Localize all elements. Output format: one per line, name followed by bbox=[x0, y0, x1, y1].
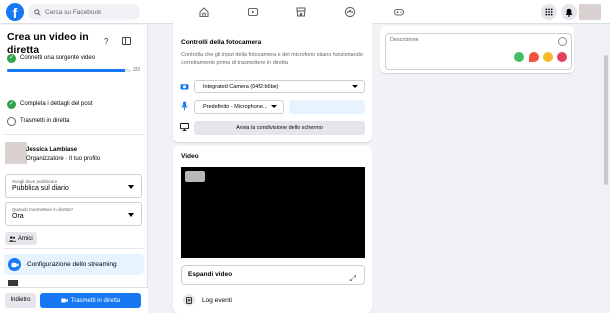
friends-icon bbox=[9, 235, 16, 242]
streaming-config-item[interactable]: Configurazione dello streaming bbox=[4, 254, 144, 275]
video-thumbnail bbox=[185, 171, 205, 182]
scroll-thumb[interactable] bbox=[604, 55, 608, 185]
live-camera-icon bbox=[61, 298, 68, 303]
camera-controls-description: Controlla che gli input della fotocamera… bbox=[181, 52, 363, 66]
feeling-icon[interactable] bbox=[543, 52, 553, 62]
step-label: Trasmetti in diretta bbox=[20, 118, 70, 124]
chevron-down-icon bbox=[271, 105, 277, 108]
location-icon[interactable] bbox=[529, 52, 539, 62]
divider bbox=[4, 248, 144, 249]
avatar[interactable] bbox=[579, 4, 601, 20]
camera-controls-title: Controlli della fotocamera bbox=[181, 39, 262, 46]
check-icon: ✓ bbox=[7, 99, 16, 109]
broadcast-time-select[interactable]: Quando trasmettere in diretta? Ora bbox=[5, 202, 142, 226]
facebook-logo[interactable]: f bbox=[6, 3, 24, 21]
camera-select[interactable]: Integrated Camera (04f2:b6be) bbox=[194, 80, 365, 93]
description-label: Descrizione bbox=[390, 37, 419, 43]
notifications-icon bbox=[565, 8, 573, 17]
menu-grid-button[interactable] bbox=[541, 4, 557, 20]
event-log-item[interactable]: Log eventi bbox=[183, 294, 232, 306]
partial-menu-icon bbox=[8, 280, 18, 286]
divider bbox=[4, 134, 144, 135]
chevron-down-icon bbox=[352, 85, 358, 88]
expand-arrow-icon: ⤢ bbox=[349, 274, 356, 283]
left-sidebar: Crea un video in diretta ? 2/3 ✓ Connett… bbox=[0, 25, 148, 313]
tag-people-icon[interactable] bbox=[514, 52, 524, 62]
menu-grid-icon bbox=[545, 8, 553, 16]
step-label: Connetti una sorgente video bbox=[20, 55, 96, 61]
radio-circle-icon bbox=[7, 116, 16, 126]
search-box[interactable] bbox=[28, 4, 140, 20]
back-button[interactable]: Indietro bbox=[5, 293, 36, 308]
mic-level-meter bbox=[289, 100, 365, 114]
donate-icon[interactable] bbox=[557, 52, 567, 62]
go-live-label: Trasmetti in diretta bbox=[70, 297, 121, 304]
step-connect-source[interactable]: ✓ Connetti una sorgente video bbox=[7, 53, 95, 63]
expand-video-label: Espandi video bbox=[188, 271, 233, 278]
video-title: Video bbox=[181, 153, 199, 160]
collapse-panel-icon[interactable] bbox=[122, 37, 131, 45]
help-icon[interactable]: ? bbox=[104, 37, 108, 46]
step-label: Completa i dettagli del post bbox=[20, 101, 93, 107]
scrollbar[interactable] bbox=[602, 25, 610, 313]
step-go-live[interactable]: Trasmetti in diretta bbox=[7, 116, 69, 126]
audience-label: Amici bbox=[18, 235, 33, 242]
emoji-icon[interactable] bbox=[558, 37, 567, 46]
camera-icon bbox=[180, 84, 189, 90]
audience-button[interactable]: Amici bbox=[5, 232, 37, 245]
go-live-button[interactable]: Trasmetti in diretta bbox=[40, 293, 141, 308]
broadcast-time-value: Ora bbox=[12, 213, 24, 220]
broadcast-time-label: Quando trasmettere in diretta? bbox=[12, 207, 74, 212]
profile-name: Jessica Lambiase bbox=[26, 147, 78, 153]
notifications-button[interactable] bbox=[561, 4, 577, 20]
gaming-icon[interactable] bbox=[393, 6, 405, 18]
progress-bar bbox=[7, 69, 131, 72]
microphone-select-value: Predefinito - Microphone... bbox=[203, 104, 268, 110]
expand-video-button[interactable]: Espandi video ⤢ bbox=[181, 265, 365, 285]
watch-icon[interactable] bbox=[247, 6, 259, 18]
sidebar-footer: Indietro Trasmetti in diretta bbox=[0, 287, 148, 313]
chevron-down-icon bbox=[128, 213, 134, 217]
groups-icon[interactable] bbox=[344, 6, 356, 18]
check-icon: ✓ bbox=[7, 53, 16, 63]
share-screen-button[interactable]: Avvia la condivisione dello schermo bbox=[194, 121, 365, 135]
publish-location-label: Scegli dove pubblicare bbox=[12, 179, 58, 184]
profile-avatar bbox=[5, 142, 27, 164]
search-input[interactable] bbox=[45, 8, 135, 16]
profile-role: Organizzatore · Il tuo profilo bbox=[26, 156, 101, 162]
video-camera-icon bbox=[8, 258, 21, 271]
microphone-icon bbox=[181, 101, 188, 111]
marketplace-icon[interactable] bbox=[295, 6, 307, 18]
camera-select-value: Integrated Camera (04f2:b6be) bbox=[203, 83, 279, 90]
progress-fill bbox=[7, 69, 125, 72]
event-log-label: Log eventi bbox=[202, 296, 232, 304]
microphone-select[interactable]: Predefinito - Microphone... bbox=[194, 100, 284, 114]
screen-share-icon bbox=[180, 123, 189, 131]
chevron-down-icon bbox=[128, 185, 134, 189]
publish-location-value: Pubblica sul diario bbox=[12, 185, 69, 192]
progress-text: 2/3 bbox=[133, 67, 140, 73]
home-icon[interactable] bbox=[198, 6, 210, 18]
streaming-config-label: Configurazione dello streaming bbox=[27, 261, 117, 268]
log-icon bbox=[183, 294, 195, 306]
publish-location-select[interactable]: Scegli dove pubblicare Pubblica sul diar… bbox=[5, 174, 142, 198]
step-post-details[interactable]: ✓ Completa i dettagli del post bbox=[7, 99, 92, 109]
search-icon bbox=[34, 8, 41, 16]
video-preview[interactable] bbox=[181, 167, 365, 258]
